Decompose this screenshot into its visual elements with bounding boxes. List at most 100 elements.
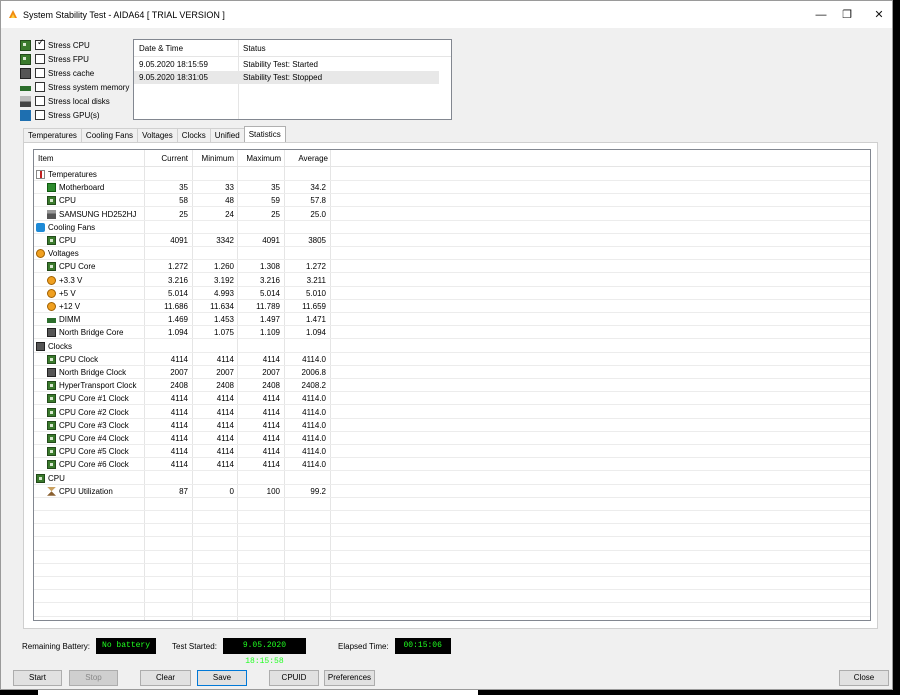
table-row[interactable]: CPU 58 48 59 57.8 <box>34 194 870 208</box>
col-header-current[interactable]: Current <box>146 154 188 163</box>
event-log[interactable]: Date & Time Status 9.05.2020 18:15:59 St… <box>133 39 452 120</box>
minimum-cell: 2408 <box>216 381 234 391</box>
gpu-icon <box>20 109 31 121</box>
log-row[interactable]: 9.05.2020 18:31:05 Stability Test: Stopp… <box>134 71 439 84</box>
stress-checkbox[interactable] <box>35 82 45 92</box>
table-row[interactable]: CPU Core #5 Clock 4114 4114 4114 4114.0 <box>34 445 870 459</box>
table-row[interactable]: SAMSUNG HD252HJ 25 24 25 25.0 <box>34 208 870 221</box>
average-cell: 4114.0 <box>302 407 326 417</box>
group-row[interactable]: Voltages <box>34 247 870 261</box>
maximum-cell: 4114 <box>262 394 280 404</box>
statistics-table[interactable]: Item Current Minimum Maximum Average Tem… <box>33 149 871 621</box>
preferences-button[interactable]: Preferences <box>324 670 375 686</box>
close-button[interactable]: Close <box>839 670 889 686</box>
table-row[interactable]: HyperTransport Clock 2408 2408 2408 2408.2 <box>34 379 870 393</box>
item-label: North Bridge Clock <box>59 368 127 377</box>
maximize-button[interactable]: ❐ <box>830 1 864 28</box>
table-row[interactable]: CPU Core #1 Clock 4114 4114 4114 4114.0 <box>34 392 870 406</box>
table-row[interactable]: +5 V 5.014 4.993 5.014 5.010 <box>34 287 870 300</box>
tab-clocks[interactable]: Clocks <box>176 128 211 142</box>
item-label: CPU Core <box>59 262 96 272</box>
title-bar[interactable]: System Stability Test - AIDA64 [ TRIAL V… <box>1 1 892 28</box>
minimum-cell: 2007 <box>216 368 234 377</box>
tab-voltages[interactable]: Voltages <box>137 128 178 142</box>
item-cell: North Bridge Core <box>47 328 123 338</box>
log-header-status[interactable]: Status <box>243 44 266 53</box>
table-row[interactable]: CPU 4091 3342 4091 3805 <box>34 234 870 247</box>
table-row[interactable]: North Bridge Core 1.094 1.075 1.109 1.094 <box>34 326 870 340</box>
stress-option[interactable]: Stress GPU(s) <box>20 109 100 121</box>
group-row[interactable]: CPU <box>34 472 870 485</box>
minimum-cell: 4.993 <box>213 288 234 298</box>
log-header-datetime[interactable]: Date & Time <box>139 44 183 53</box>
log-header: Date & Time Status <box>134 40 451 57</box>
table-row[interactable]: CPU Core #3 Clock 4114 4114 4114 4114.0 <box>34 419 870 432</box>
stress-checkbox[interactable] <box>35 54 45 64</box>
stress-option[interactable]: Stress local disks <box>20 95 110 107</box>
log-datetime: 9.05.2020 18:15:59 <box>139 60 208 69</box>
table-row[interactable]: North Bridge Clock 2007 2007 2007 2006.8 <box>34 366 870 379</box>
aida64-flame-icon <box>9 10 17 18</box>
maximum-cell: 4114 <box>262 434 280 443</box>
empty-row <box>34 498 870 511</box>
table-row[interactable]: +12 V 11.686 11.634 11.789 11.659 <box>34 300 870 313</box>
table-row[interactable]: CPU Core #2 Clock 4114 4114 4114 4114.0 <box>34 406 870 419</box>
clear-button[interactable]: Clear <box>140 670 191 686</box>
group-row[interactable]: Temperatures <box>34 168 870 181</box>
group-row[interactable]: Clocks <box>34 340 870 353</box>
current-cell: 4114 <box>170 460 188 470</box>
window-title: System Stability Test - AIDA64 [ TRIAL V… <box>23 10 225 20</box>
maximum-cell: 1.308 <box>259 262 280 272</box>
item-cell: CPU Core #3 Clock <box>47 420 129 430</box>
col-header-average[interactable]: Average <box>284 154 328 163</box>
col-header-maximum[interactable]: Maximum <box>234 154 281 163</box>
tab-cooling-fans[interactable]: Cooling Fans <box>80 128 139 142</box>
group-row[interactable]: Cooling Fans <box>34 221 870 234</box>
tab-temperatures[interactable]: Temperatures <box>23 128 82 142</box>
stress-checkbox[interactable] <box>35 110 45 120</box>
fpu-icon <box>20 53 31 65</box>
table-row[interactable]: Motherboard 35 33 35 34.2 <box>34 181 870 195</box>
cpuid-button[interactable]: CPUID <box>269 670 319 686</box>
item-label: CPU Core #4 Clock <box>59 434 129 443</box>
cpu-icon <box>47 354 56 364</box>
tab-statistics[interactable]: Statistics <box>243 126 286 142</box>
tab-unified[interactable]: Unified <box>209 128 245 142</box>
table-row[interactable]: CPU Utilization 87 0 100 99.2 <box>34 485 870 498</box>
stop-button[interactable]: Stop <box>69 670 118 686</box>
current-cell: 11.686 <box>164 302 188 311</box>
stress-option[interactable]: Stress cache <box>20 67 94 79</box>
minimum-cell: 1.260 <box>213 262 234 272</box>
table-row[interactable]: CPU Clock 4114 4114 4114 4114.0 <box>34 353 870 366</box>
test-started-value: 9.05.2020 18:15:58 <box>222 638 306 666</box>
stress-option-label: Stress cache <box>48 68 95 78</box>
table-row[interactable]: DIMM 1.469 1.453 1.497 1.471 <box>34 313 870 327</box>
stress-checkbox[interactable] <box>35 96 45 106</box>
maximum-cell: 1.497 <box>259 315 280 325</box>
item-cell: Voltages <box>36 249 79 259</box>
average-cell: 1.272 <box>305 262 326 272</box>
col-header-item[interactable]: Item <box>38 154 54 163</box>
stress-option-label: Stress GPU(s) <box>48 110 100 120</box>
save-button[interactable]: Save <box>197 670 247 686</box>
table-row[interactable]: CPU Core #6 Clock 4114 4114 4114 4114.0 <box>34 458 870 472</box>
table-row[interactable]: CPU Core #4 Clock 4114 4114 4114 4114.0 <box>34 432 870 445</box>
table-row[interactable]: +3.3 V 3.216 3.192 3.216 3.211 <box>34 274 870 287</box>
stress-option[interactable]: Stress FPU <box>20 53 89 65</box>
stress-option[interactable]: Stress system memory <box>20 81 129 93</box>
item-label: Voltages <box>48 249 79 259</box>
stress-option[interactable]: Stress CPU <box>20 38 90 51</box>
current-cell: 4114 <box>170 354 188 364</box>
northbridge-icon <box>47 368 56 377</box>
stress-checkbox[interactable] <box>35 38 45 50</box>
close-window-button[interactable]: ✕ <box>862 1 896 28</box>
stress-checkbox[interactable] <box>35 68 45 78</box>
current-cell: 2408 <box>170 381 188 391</box>
log-row[interactable]: 9.05.2020 18:15:59 Stability Test: Start… <box>134 58 439 71</box>
start-button[interactable]: Start <box>13 670 62 686</box>
minimum-cell: 4114 <box>216 460 234 470</box>
table-row[interactable]: CPU Core 1.272 1.260 1.308 1.272 <box>34 260 870 274</box>
col-header-minimum[interactable]: Minimum <box>192 154 234 163</box>
current-cell: 35 <box>179 183 188 193</box>
maximum-cell: 3.216 <box>259 275 280 285</box>
